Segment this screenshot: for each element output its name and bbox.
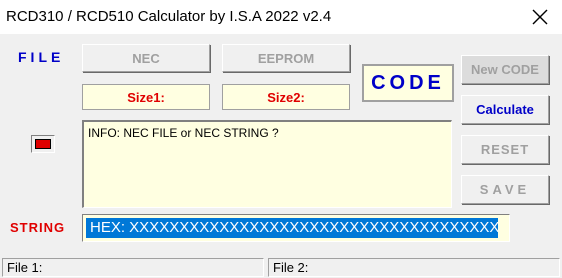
string-label: STRING (10, 220, 66, 235)
close-button[interactable] (528, 5, 552, 29)
red-led-icon (35, 139, 51, 149)
status-file1: File 1: (2, 258, 264, 277)
eeprom-button[interactable]: EEPROM (222, 44, 350, 72)
status-indicator (31, 135, 55, 153)
new-code-button[interactable]: New CODE (461, 55, 549, 84)
code-display: CODE (362, 64, 454, 102)
file-label: FILE (18, 49, 65, 65)
save-button[interactable]: SAVE (461, 175, 549, 204)
close-icon[interactable] (528, 5, 552, 29)
hex-string-input[interactable]: HEX: XXXXXXXXXXXXXXXXXXXXXXXXXXXXXXXXXXX… (82, 214, 510, 242)
info-text: INFO: NEC FILE or NEC STRING ? (88, 126, 279, 140)
reset-button[interactable]: RESET (461, 135, 549, 164)
size2-display: Size2: (222, 84, 350, 110)
calculate-button[interactable]: Calculate (461, 95, 549, 124)
title-bar: RCD310 / RCD510 Calculator by I.S.A 2022… (0, 0, 562, 34)
status-file2: File 2: (268, 258, 560, 277)
window-title: RCD310 / RCD510 Calculator by I.S.A 2022… (6, 8, 332, 25)
nec-button[interactable]: NEC (82, 44, 210, 72)
main-panel: FILE NEC EEPROM Size1: Size2: CODE New C… (0, 34, 562, 256)
hex-string-value[interactable]: HEX: XXXXXXXXXXXXXXXXXXXXXXXXXXXXXXXXXXX… (86, 218, 498, 238)
info-textarea[interactable]: INFO: NEC FILE or NEC STRING ? (82, 120, 452, 208)
size1-display: Size1: (82, 84, 210, 110)
status-bar: File 1: File 2: (0, 256, 562, 278)
